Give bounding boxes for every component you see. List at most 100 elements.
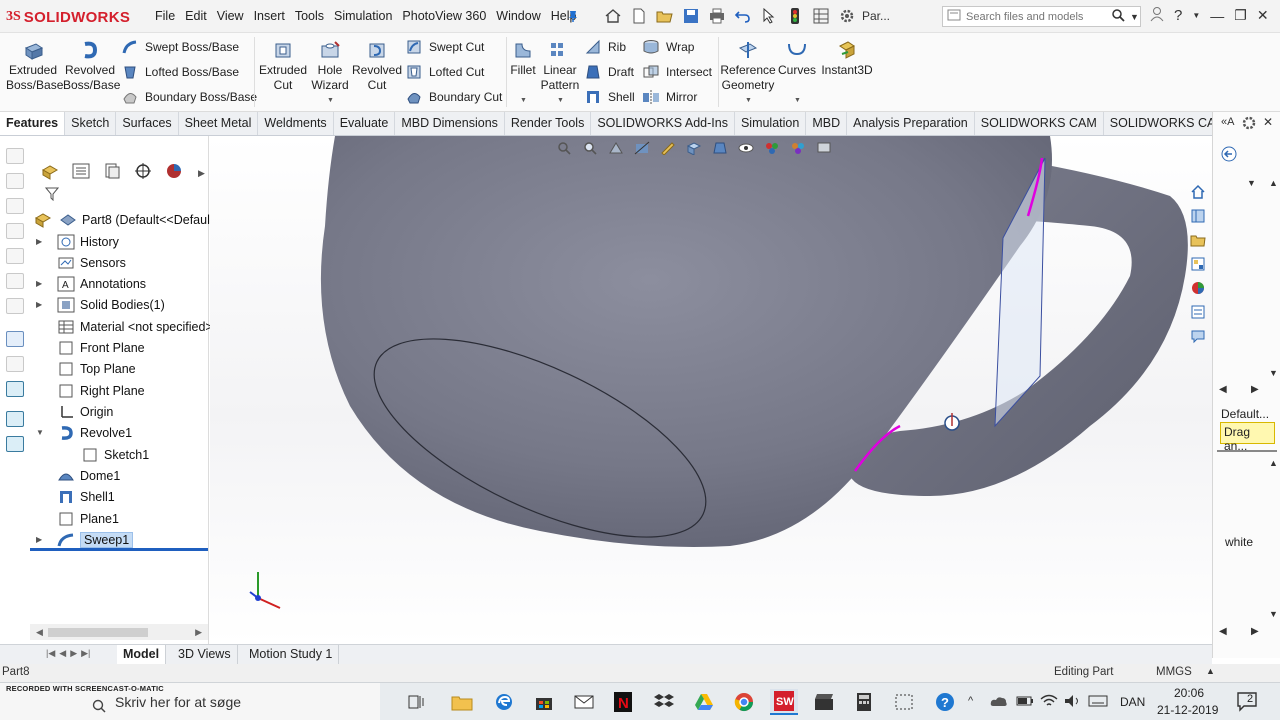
tree-item-solid-bodies[interactable]: ▶ Solid Bodies(1) [36,294,165,315]
rollback-bar[interactable] [30,548,208,551]
tree-item-origin[interactable]: Origin [36,401,113,422]
extruded-cut-button[interactable]: Extruded Cut [256,39,310,93]
rebuild-grid-icon[interactable] [810,6,832,26]
user-icon[interactable] [1150,6,1164,25]
toolbar-icon[interactable] [6,298,24,314]
solidworks-taskbar-icon[interactable]: SW [770,689,798,715]
expand-icon[interactable]: ▶ [36,535,46,544]
toolbar-icon[interactable] [6,411,24,427]
mirror-button[interactable]: Mirror [642,89,697,105]
onedrive-icon[interactable] [990,695,1008,710]
menu-view[interactable]: View [212,9,249,23]
instant3d-button[interactable]: Instant3D [820,39,874,78]
tree-item-plane1[interactable]: Plane1 [36,508,119,529]
display-style-icon[interactable] [711,140,729,156]
zoom-area-icon[interactable] [581,140,599,156]
pin-icon[interactable] [562,6,584,26]
fillet-dropdown-icon[interactable]: ▼ [520,97,527,104]
tree-root-part[interactable]: Part8 (Default<<Default [32,209,213,230]
expand-icon[interactable]: ▶ [36,279,46,288]
solidworks-logo[interactable]: 3S SOLIDWORKS [6,7,130,27]
minimize-icon[interactable]: — [1210,8,1224,24]
dropbox-icon[interactable] [650,689,678,715]
taskbar-search[interactable]: RECORDED WITH SCREENCAST-O-MATIC Skriv h… [0,683,380,720]
store-icon[interactable] [530,689,558,715]
tab-prev-icon[interactable]: ◀ [59,648,66,659]
search-input[interactable] [966,10,1106,23]
tree-horizontal-scrollbar[interactable]: ◀ ▶ [30,624,208,640]
tab-model[interactable]: Model [117,645,167,664]
toolbar-icon[interactable] [6,273,24,289]
custom-properties-icon[interactable] [1187,302,1209,322]
previous-view-icon[interactable] [607,140,625,156]
tab-motion-study-1[interactable]: Motion Study 1 [243,645,340,664]
solidworks-resources-icon[interactable] [1187,182,1209,202]
intersect-button[interactable]: Intersect [642,64,712,80]
extruded-boss-button[interactable]: Extruded Boss/Base [6,39,63,93]
toolbar-icon[interactable] [6,173,24,189]
menu-simulation[interactable]: Simulation [329,9,397,23]
tab-overflow-button[interactable]: «A [1221,116,1234,128]
default-appearance-label[interactable]: Default... [1221,407,1269,421]
tab-analysis-preparation[interactable]: Analysis Preparation [847,112,975,135]
tree-item-front-plane[interactable]: Front Plane [36,337,145,358]
tab-3d-views[interactable]: 3D Views [172,645,238,664]
tab-mbd[interactable]: MBD [806,112,848,135]
clock-date[interactable]: 21-12-2019 [1157,703,1218,717]
print-icon[interactable] [706,6,728,26]
tree-item-sweep1[interactable]: ▶ Sweep1 [36,529,134,550]
lofted-cut-button[interactable]: Lofted Cut [405,64,484,80]
dimxpert-icon[interactable] [132,161,154,181]
tree-item-revolve1[interactable]: ▼ Revolve1 [36,422,132,443]
file-explorer-icon[interactable] [1187,230,1209,250]
expand-icon[interactable]: ▶ [36,300,46,309]
help-dropdown-icon[interactable]: ▼ [1192,11,1200,20]
tree-item-right-plane[interactable]: Right Plane [36,380,145,401]
clapperboard-icon[interactable] [810,689,838,715]
linear-pattern-button[interactable]: Linear Pattern [540,39,580,93]
curves-dropdown-icon[interactable]: ▼ [794,97,801,104]
toolbar-icon[interactable] [6,436,24,452]
tree-item-sketch1[interactable]: Sketch1 [80,444,149,465]
home-icon[interactable] [602,6,624,26]
tab-solidworks-cam[interactable]: SOLIDWORKS CAM [975,112,1104,135]
toolbar-icon[interactable] [6,223,24,239]
boundary-cut-button[interactable]: Boundary Cut [405,89,502,105]
options-gear-icon[interactable] [836,6,858,26]
tab-sheet-metal[interactable]: Sheet Metal [179,112,259,135]
scroll-right-icon[interactable]: ▶ [195,627,202,638]
task-pane-gear-icon[interactable] [1241,115,1257,134]
pane-scroll-left-icon[interactable]: ◀ [1219,384,1227,395]
hole-wizard-button[interactable]: Hole Wizard [308,39,352,93]
undo-icon[interactable] [732,6,754,26]
chrome-icon[interactable] [730,689,758,715]
edge-browser-icon[interactable] [490,689,518,715]
forum-icon[interactable] [1187,326,1209,346]
appearances-icon[interactable] [1187,278,1209,298]
tree-item-annotations[interactable]: ▶ A Annotations [36,273,146,294]
tree-item-material[interactable]: Material <not specified> [36,316,213,337]
collapse-icon[interactable]: ▼ [36,428,46,437]
pane-scroll-right-icon[interactable]: ▶ [1251,384,1259,395]
hide-show-icon[interactable] [737,140,755,156]
view-palette-icon[interactable] [1187,254,1209,274]
draft-button[interactable]: Draft [584,64,634,80]
file-explorer-taskbar-icon[interactable] [448,689,476,715]
wifi-icon[interactable] [1040,694,1058,711]
back-arrow-icon[interactable] [1219,146,1239,165]
lofted-boss-button[interactable]: Lofted Boss/Base [121,64,239,80]
view-settings-icon[interactable] [815,140,833,156]
scroll-up-icon[interactable]: ▲ [1269,178,1278,188]
toolbar-icon[interactable] [6,381,24,397]
mail-icon[interactable] [570,689,598,715]
wrap-button[interactable]: Wrap [642,39,694,55]
search-icon[interactable] [1111,8,1125,25]
chevron-down-icon[interactable]: ▼ [1130,12,1139,22]
battery-icon[interactable] [1016,695,1034,710]
select-arrow-icon[interactable] [758,6,780,26]
tab-surfaces[interactable]: Surfaces [116,112,179,135]
chevron-right-icon[interactable]: ▶ [198,168,205,179]
tray-chevron-icon[interactable]: ^ [968,695,973,707]
restore-icon[interactable]: ❐ [1234,7,1247,24]
clock-time[interactable]: 20:06 [1174,686,1204,700]
